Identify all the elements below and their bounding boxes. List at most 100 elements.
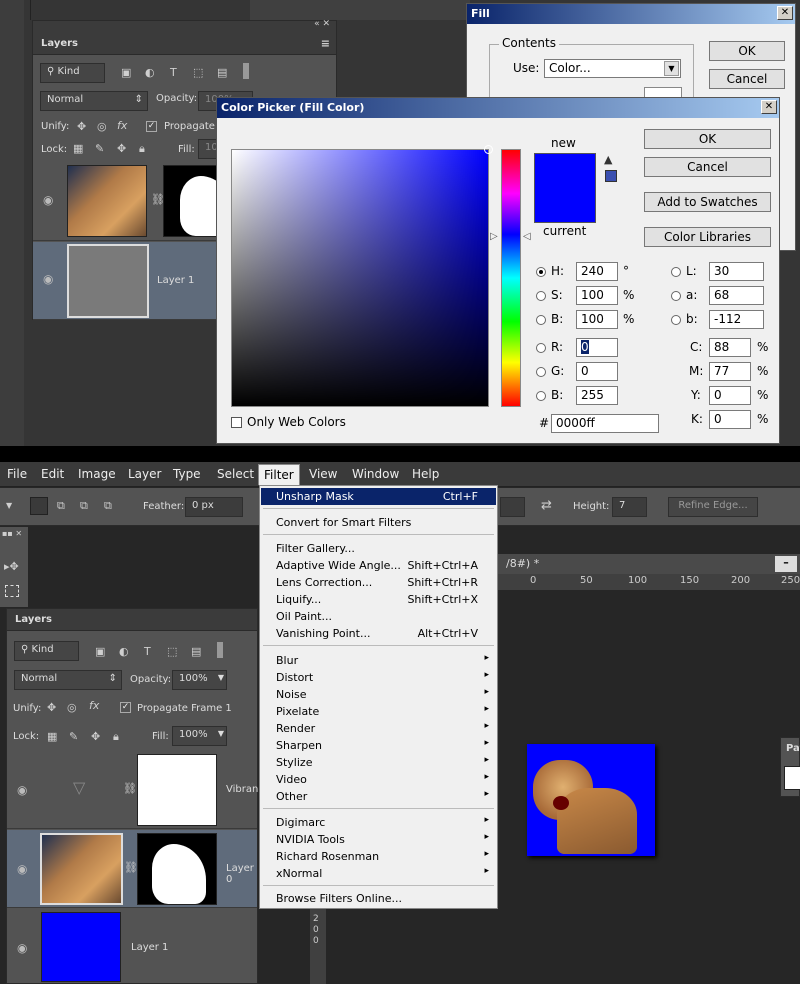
lock-paint-icon[interactable]: ✎ xyxy=(95,142,104,155)
collapse-icon[interactable]: « ✕ xyxy=(314,19,330,29)
pixel-filter-icon[interactable]: ▣ xyxy=(121,66,131,79)
menu-image[interactable]: Image xyxy=(78,467,116,481)
hue-slider-handle-left[interactable]: ▷ xyxy=(490,231,498,242)
link-icon[interactable]: ⛓ xyxy=(123,782,137,795)
y-input[interactable]: 0 xyxy=(709,386,751,405)
menu-item-noise[interactable]: Noise ▸ xyxy=(261,686,496,703)
radio-a[interactable] xyxy=(671,291,681,301)
propagate-checkbox[interactable]: ✓ xyxy=(120,702,131,713)
canvas-image[interactable] xyxy=(527,744,655,856)
filter-toggle[interactable] xyxy=(243,63,249,79)
opacity-input[interactable]: 100% ▼ xyxy=(172,670,227,690)
menu-item-nvidia-tools[interactable]: NVIDIA Tools ▸ xyxy=(261,831,496,848)
color-libraries-button[interactable]: Color Libraries xyxy=(644,227,771,247)
layer1-thumbnail[interactable] xyxy=(67,244,149,318)
blue-layer-thumbnail[interactable] xyxy=(41,912,121,982)
lock-paint-icon[interactable]: ✎ xyxy=(69,730,78,743)
unify-style-icon[interactable]: fx xyxy=(117,119,127,132)
menu-item-video[interactable]: Video ▸ xyxy=(261,771,496,788)
layers-tab[interactable]: Layers xyxy=(7,609,257,631)
shape-filter-icon[interactable]: ⬚ xyxy=(193,66,203,79)
eye-icon[interactable]: ◉ xyxy=(17,783,27,797)
s-input[interactable]: 100 xyxy=(576,286,618,305)
cat-thumbnail[interactable] xyxy=(67,165,147,237)
adjustment-filter-icon[interactable]: ◐ xyxy=(145,66,155,79)
layer1-name[interactable]: Layer 1 xyxy=(131,942,168,953)
close-icon[interactable]: ✕ xyxy=(777,6,793,20)
fill-input[interactable]: 100% ▼ xyxy=(172,726,227,746)
picker-ok-button[interactable]: OK xyxy=(644,129,771,149)
saturation-field[interactable] xyxy=(231,145,493,407)
chevron-down-icon[interactable]: ▼ xyxy=(664,61,679,76)
radio-lab-b[interactable] xyxy=(671,315,681,325)
menu-edit[interactable]: Edit xyxy=(41,467,64,481)
k-input[interactable]: 0 xyxy=(709,410,751,429)
menu-item-oil-paint[interactable]: Oil Paint... xyxy=(261,608,496,625)
panel-drag-bar[interactable]: « ✕ xyxy=(33,19,336,33)
paths-tab[interactable]: Pat xyxy=(786,743,800,754)
only-web-colors-checkbox[interactable] xyxy=(231,417,242,428)
menu-item-liquify[interactable]: Liquify... Shift+Ctrl+X xyxy=(261,591,496,608)
blend-mode-select[interactable]: Normal ⇕ xyxy=(14,670,122,690)
menu-window[interactable]: Window xyxy=(352,467,399,481)
menu-item-unsharp-mask[interactable]: Unsharp Mask Ctrl+F xyxy=(261,488,496,505)
menu-view[interactable]: View xyxy=(309,467,337,481)
lock-transparent-icon[interactable]: ▦ xyxy=(73,142,83,155)
r-input[interactable]: 0 xyxy=(576,338,618,357)
eye-icon[interactable]: ◉ xyxy=(17,941,27,955)
a-input[interactable]: 68 xyxy=(709,286,764,305)
c-input[interactable]: 88 xyxy=(709,338,751,357)
fill-cancel-button[interactable]: Cancel xyxy=(709,69,785,89)
menu-item-other[interactable]: Other ▸ xyxy=(261,788,496,805)
menu-item-blur[interactable]: Blur ▸ xyxy=(261,652,496,669)
layer-row-vibrance[interactable]: ◉ ▽ ⛓ Vibranc xyxy=(7,751,264,829)
fill-ok-button[interactable]: OK xyxy=(709,41,785,61)
smart-filter-icon[interactable]: ▤ xyxy=(191,645,201,658)
chevron-down-icon[interactable]: ▼ xyxy=(218,673,224,682)
menu-item-render[interactable]: Render ▸ xyxy=(261,720,496,737)
panel-menu-icon[interactable]: ≡ xyxy=(321,37,330,50)
propagate-checkbox[interactable]: ✓ xyxy=(146,121,157,132)
picker-cancel-button[interactable]: Cancel xyxy=(644,157,771,177)
m-input[interactable]: 77 xyxy=(709,362,751,381)
radio-s[interactable] xyxy=(536,291,546,301)
menu-help[interactable]: Help xyxy=(412,467,439,481)
fill-dialog-titlebar[interactable]: Fill ✕ xyxy=(467,4,795,24)
intersect-selection-icon[interactable]: ⧉ xyxy=(104,499,112,513)
filter-toggle[interactable] xyxy=(217,642,223,658)
pixel-filter-icon[interactable]: ▣ xyxy=(95,645,105,658)
mask-thumbnail[interactable] xyxy=(137,833,217,905)
tools-collapse-icon[interactable]: ▪▪ ✕ xyxy=(2,529,22,538)
document-tab[interactable]: /8#) * xyxy=(498,554,800,574)
width-input[interactable] xyxy=(500,497,525,517)
menu-type[interactable]: Type xyxy=(173,467,201,481)
menu-item-pixelate[interactable]: Pixelate ▸ xyxy=(261,703,496,720)
layer1-name[interactable]: Layer 1 xyxy=(157,275,194,286)
shape-filter-icon[interactable]: ⬚ xyxy=(167,645,177,658)
cat-thumbnail[interactable] xyxy=(40,833,123,905)
menu-filter[interactable]: Filter xyxy=(258,464,300,485)
kind-filter[interactable]: ⚲ Kind xyxy=(14,641,79,661)
kind-filter[interactable]: ⚲ Kind xyxy=(40,63,105,83)
unify-position-icon[interactable]: ✥ xyxy=(77,120,86,133)
hue-slider-handle-right[interactable]: ◁ xyxy=(523,231,531,242)
menu-item-sharpen[interactable]: Sharpen ▸ xyxy=(261,737,496,754)
unify-position-icon[interactable]: ✥ xyxy=(47,701,56,714)
radio-h[interactable] xyxy=(536,267,546,277)
vibrance-mask-thumbnail[interactable] xyxy=(137,754,217,826)
move-tool-icon[interactable]: ▸✥ xyxy=(4,560,19,573)
refine-edge-button[interactable]: Refine Edge... xyxy=(668,497,758,517)
add-selection-icon[interactable]: ⧉ xyxy=(57,499,65,513)
radio-l[interactable] xyxy=(671,267,681,277)
l-input[interactable]: 30 xyxy=(709,262,764,281)
adjustment-filter-icon[interactable]: ◐ xyxy=(119,645,129,658)
type-filter-icon[interactable]: T xyxy=(170,66,177,79)
menu-item-browse-filters-online[interactable]: Browse Filters Online... xyxy=(261,890,496,907)
layers-tab[interactable]: Layers ≡ xyxy=(33,33,336,55)
hue-slider[interactable] xyxy=(501,149,521,407)
minimize-icon[interactable]: – xyxy=(775,556,797,572)
layer-row-layer0[interactable]: ◉ ⛓ Layer 0 xyxy=(7,830,257,908)
unify-visibility-icon[interactable]: ◎ xyxy=(97,120,107,133)
h-input[interactable]: 240 xyxy=(576,262,618,281)
subtract-selection-icon[interactable]: ⧉ xyxy=(80,499,88,513)
